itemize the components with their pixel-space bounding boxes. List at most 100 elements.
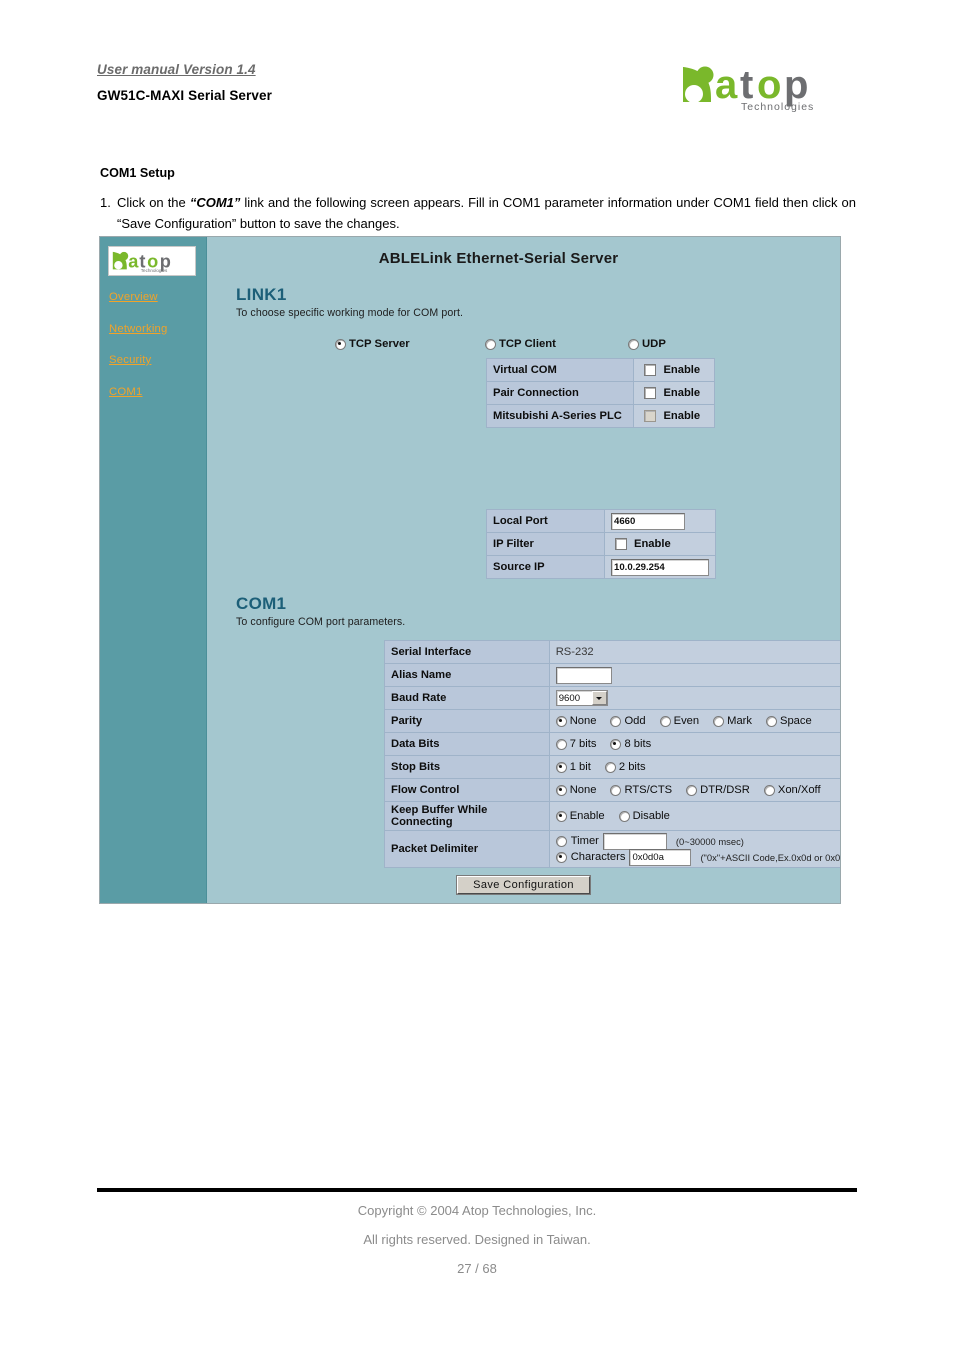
delimiter-timer-input[interactable]	[602, 832, 667, 850]
table-row: Stop Bits 1 bit 2 bits	[385, 756, 840, 778]
table-row: Alias Name	[385, 664, 840, 686]
pair-connection-label: Pair Connection	[487, 382, 634, 404]
radio-data-bits-8[interactable]: 8 bits	[610, 738, 651, 750]
web-sidebar: a t o p Technologies Overview Networking…	[100, 237, 207, 903]
sidebar-logo-graphic: a t o p Technologies	[112, 251, 171, 273]
radio-stop-bits-1-label: 1 bit	[569, 761, 591, 773]
radio-data-bits-8-label: 8 bits	[624, 738, 652, 750]
footer-rights: All rights reserved. Designed in Taiwan.	[363, 1232, 591, 1247]
stop-bits-label: Stop Bits	[385, 756, 549, 778]
radio-flow-rtscts-icon[interactable]	[610, 784, 622, 796]
radio-delimiter-characters-icon[interactable]	[555, 851, 567, 863]
table-row: Source IP 10.0.29.254	[487, 556, 715, 578]
sidebar-item-com1[interactable]: COM1	[109, 386, 205, 398]
stop-bits-cell: 1 bit 2 bits	[549, 756, 840, 778]
radio-keep-buffer-disable[interactable]: Disable	[618, 810, 670, 822]
table-row: IP Filter Enable	[487, 533, 715, 555]
table-row: Pair Connection Enable	[487, 382, 714, 404]
table-row: Packet Delimiter Timer (0~30000 msec) Ch…	[385, 831, 840, 867]
footer-page-number: 27 / 68	[457, 1261, 497, 1276]
packet-delimiter-characters-row: Characters 0x0d0a ("0x"+ASCII Code,Ex.0x…	[555, 848, 840, 866]
local-port-input[interactable]: 4660	[611, 512, 685, 530]
pair-connection-checkbox[interactable]	[644, 387, 657, 399]
radio-parity-odd[interactable]: Odd	[610, 715, 646, 727]
radio-stop-bits-2-icon[interactable]	[604, 761, 616, 773]
radio-keep-buffer-disable-icon[interactable]	[618, 810, 630, 822]
sidebar-item-security[interactable]: Security	[109, 354, 205, 366]
alias-name-input[interactable]	[555, 666, 612, 684]
radio-tcp-client-icon[interactable]	[485, 338, 496, 350]
table-row: Baud Rate 9600	[385, 687, 840, 709]
save-configuration-button[interactable]: Save Configuration	[456, 875, 591, 895]
radio-delimiter-timer-icon[interactable]	[555, 835, 567, 847]
app-title: ABLELink Ethernet-Serial Server	[207, 250, 840, 267]
radio-parity-none-icon[interactable]	[555, 715, 567, 727]
radio-tcp-server-label: TCP Server	[349, 338, 410, 350]
radio-udp-icon[interactable]	[628, 338, 639, 350]
radio-keep-buffer-enable[interactable]: Enable	[555, 810, 605, 822]
radio-parity-even[interactable]: Even	[659, 715, 699, 727]
working-mode-radio-group: TCP Server TCP Client UDP	[207, 338, 840, 354]
chevron-down-icon[interactable]	[591, 691, 607, 705]
radio-flow-rtscts[interactable]: RTS/CTS	[610, 784, 672, 796]
radio-data-bits-8-icon[interactable]	[610, 738, 622, 750]
radio-parity-even-icon[interactable]	[659, 715, 671, 727]
radio-flow-xonxoff-label: Xon/Xoff	[777, 784, 821, 796]
ip-filter-checkbox[interactable]	[615, 538, 627, 550]
radio-flow-dtrdsr-icon[interactable]	[686, 784, 698, 796]
radio-data-bits-7[interactable]: 7 bits	[555, 738, 596, 750]
table-row: Serial Interface RS-232	[385, 641, 840, 663]
radio-parity-mark-icon[interactable]	[713, 715, 725, 727]
radio-flow-none-icon[interactable]	[555, 784, 567, 796]
radio-stop-bits-1[interactable]: 1 bit	[555, 761, 591, 773]
baud-rate-select[interactable]: 9600	[555, 690, 608, 706]
sidebar-item-networking[interactable]: Networking	[109, 323, 205, 335]
local-port-label: Local Port	[487, 510, 604, 532]
radio-tcp-server-icon[interactable]	[335, 338, 346, 350]
radio-stop-bits-2[interactable]: 2 bits	[604, 761, 646, 773]
flow-control-label: Flow Control	[385, 779, 549, 801]
sidebar-item-overview[interactable]: Overview	[109, 291, 205, 303]
virtual-com-checkbox[interactable]	[644, 364, 657, 376]
radio-flow-xonxoff-icon[interactable]	[763, 784, 775, 796]
svg-text:a: a	[128, 251, 139, 271]
delimiter-characters-input[interactable]: 0x0d0a	[629, 848, 692, 866]
com1-description: To configure COM port parameters.	[236, 616, 406, 628]
source-ip-input[interactable]: 10.0.29.254	[611, 558, 709, 576]
radio-flow-xonxoff[interactable]: Xon/Xoff	[763, 784, 821, 796]
radio-tcp-server[interactable]: TCP Server	[335, 338, 410, 350]
radio-flow-rtscts-label: RTS/CTS	[624, 784, 673, 796]
radio-parity-space[interactable]: Space	[766, 715, 812, 727]
radio-parity-space-icon[interactable]	[766, 715, 777, 727]
radio-parity-mark[interactable]: Mark	[713, 715, 752, 727]
mode-options-table: Virtual COM Enable Pair Connection Enabl…	[486, 358, 715, 428]
radio-data-bits-7-icon[interactable]	[555, 738, 567, 750]
data-bits-cell: 7 bits 8 bits	[549, 733, 840, 755]
serial-interface-label: Serial Interface	[385, 641, 549, 663]
radio-udp[interactable]: UDP	[628, 338, 666, 350]
table-row: Mitsubishi A-Series PLC Enable	[487, 405, 714, 427]
mitsubishi-plc-enable-label: Enable	[663, 410, 701, 422]
link1-description: To choose specific working mode for COM …	[236, 307, 464, 319]
table-row: Flow Control None RTS/CTS DTR/DSR Xon/Xo…	[385, 779, 840, 801]
radio-parity-odd-icon[interactable]	[610, 715, 622, 727]
radio-keep-buffer-enable-icon[interactable]	[555, 810, 567, 822]
radio-parity-none[interactable]: None	[555, 715, 596, 727]
radio-flow-none-label: None	[569, 784, 597, 796]
table-row: Data Bits 7 bits 8 bits	[385, 733, 840, 755]
save-bar: Save Configuration	[207, 875, 840, 895]
instruction-step: 1. Click on the “COM1” link and the foll…	[100, 193, 856, 234]
radio-flow-dtrdsr[interactable]: DTR/DSR	[686, 784, 750, 796]
radio-delimiter-characters-label: Characters	[570, 851, 626, 863]
radio-keep-buffer-enable-label: Enable	[569, 810, 605, 822]
radio-tcp-client[interactable]: TCP Client	[485, 338, 556, 350]
radio-parity-odd-label: Odd	[624, 715, 646, 727]
com1-header: COM1 To configure COM port parameters.	[236, 594, 405, 628]
packet-delimiter-timer-row: Timer (0~30000 msec)	[555, 832, 840, 850]
baud-rate-label: Baud Rate	[385, 687, 549, 709]
baud-rate-value: 9600	[558, 692, 581, 704]
radio-flow-none[interactable]: None	[555, 784, 597, 796]
radio-stop-bits-1-icon[interactable]	[555, 761, 567, 773]
source-ip-label: Source IP	[487, 556, 604, 578]
step-body: Click on the “COM1” link and the followi…	[100, 193, 856, 234]
